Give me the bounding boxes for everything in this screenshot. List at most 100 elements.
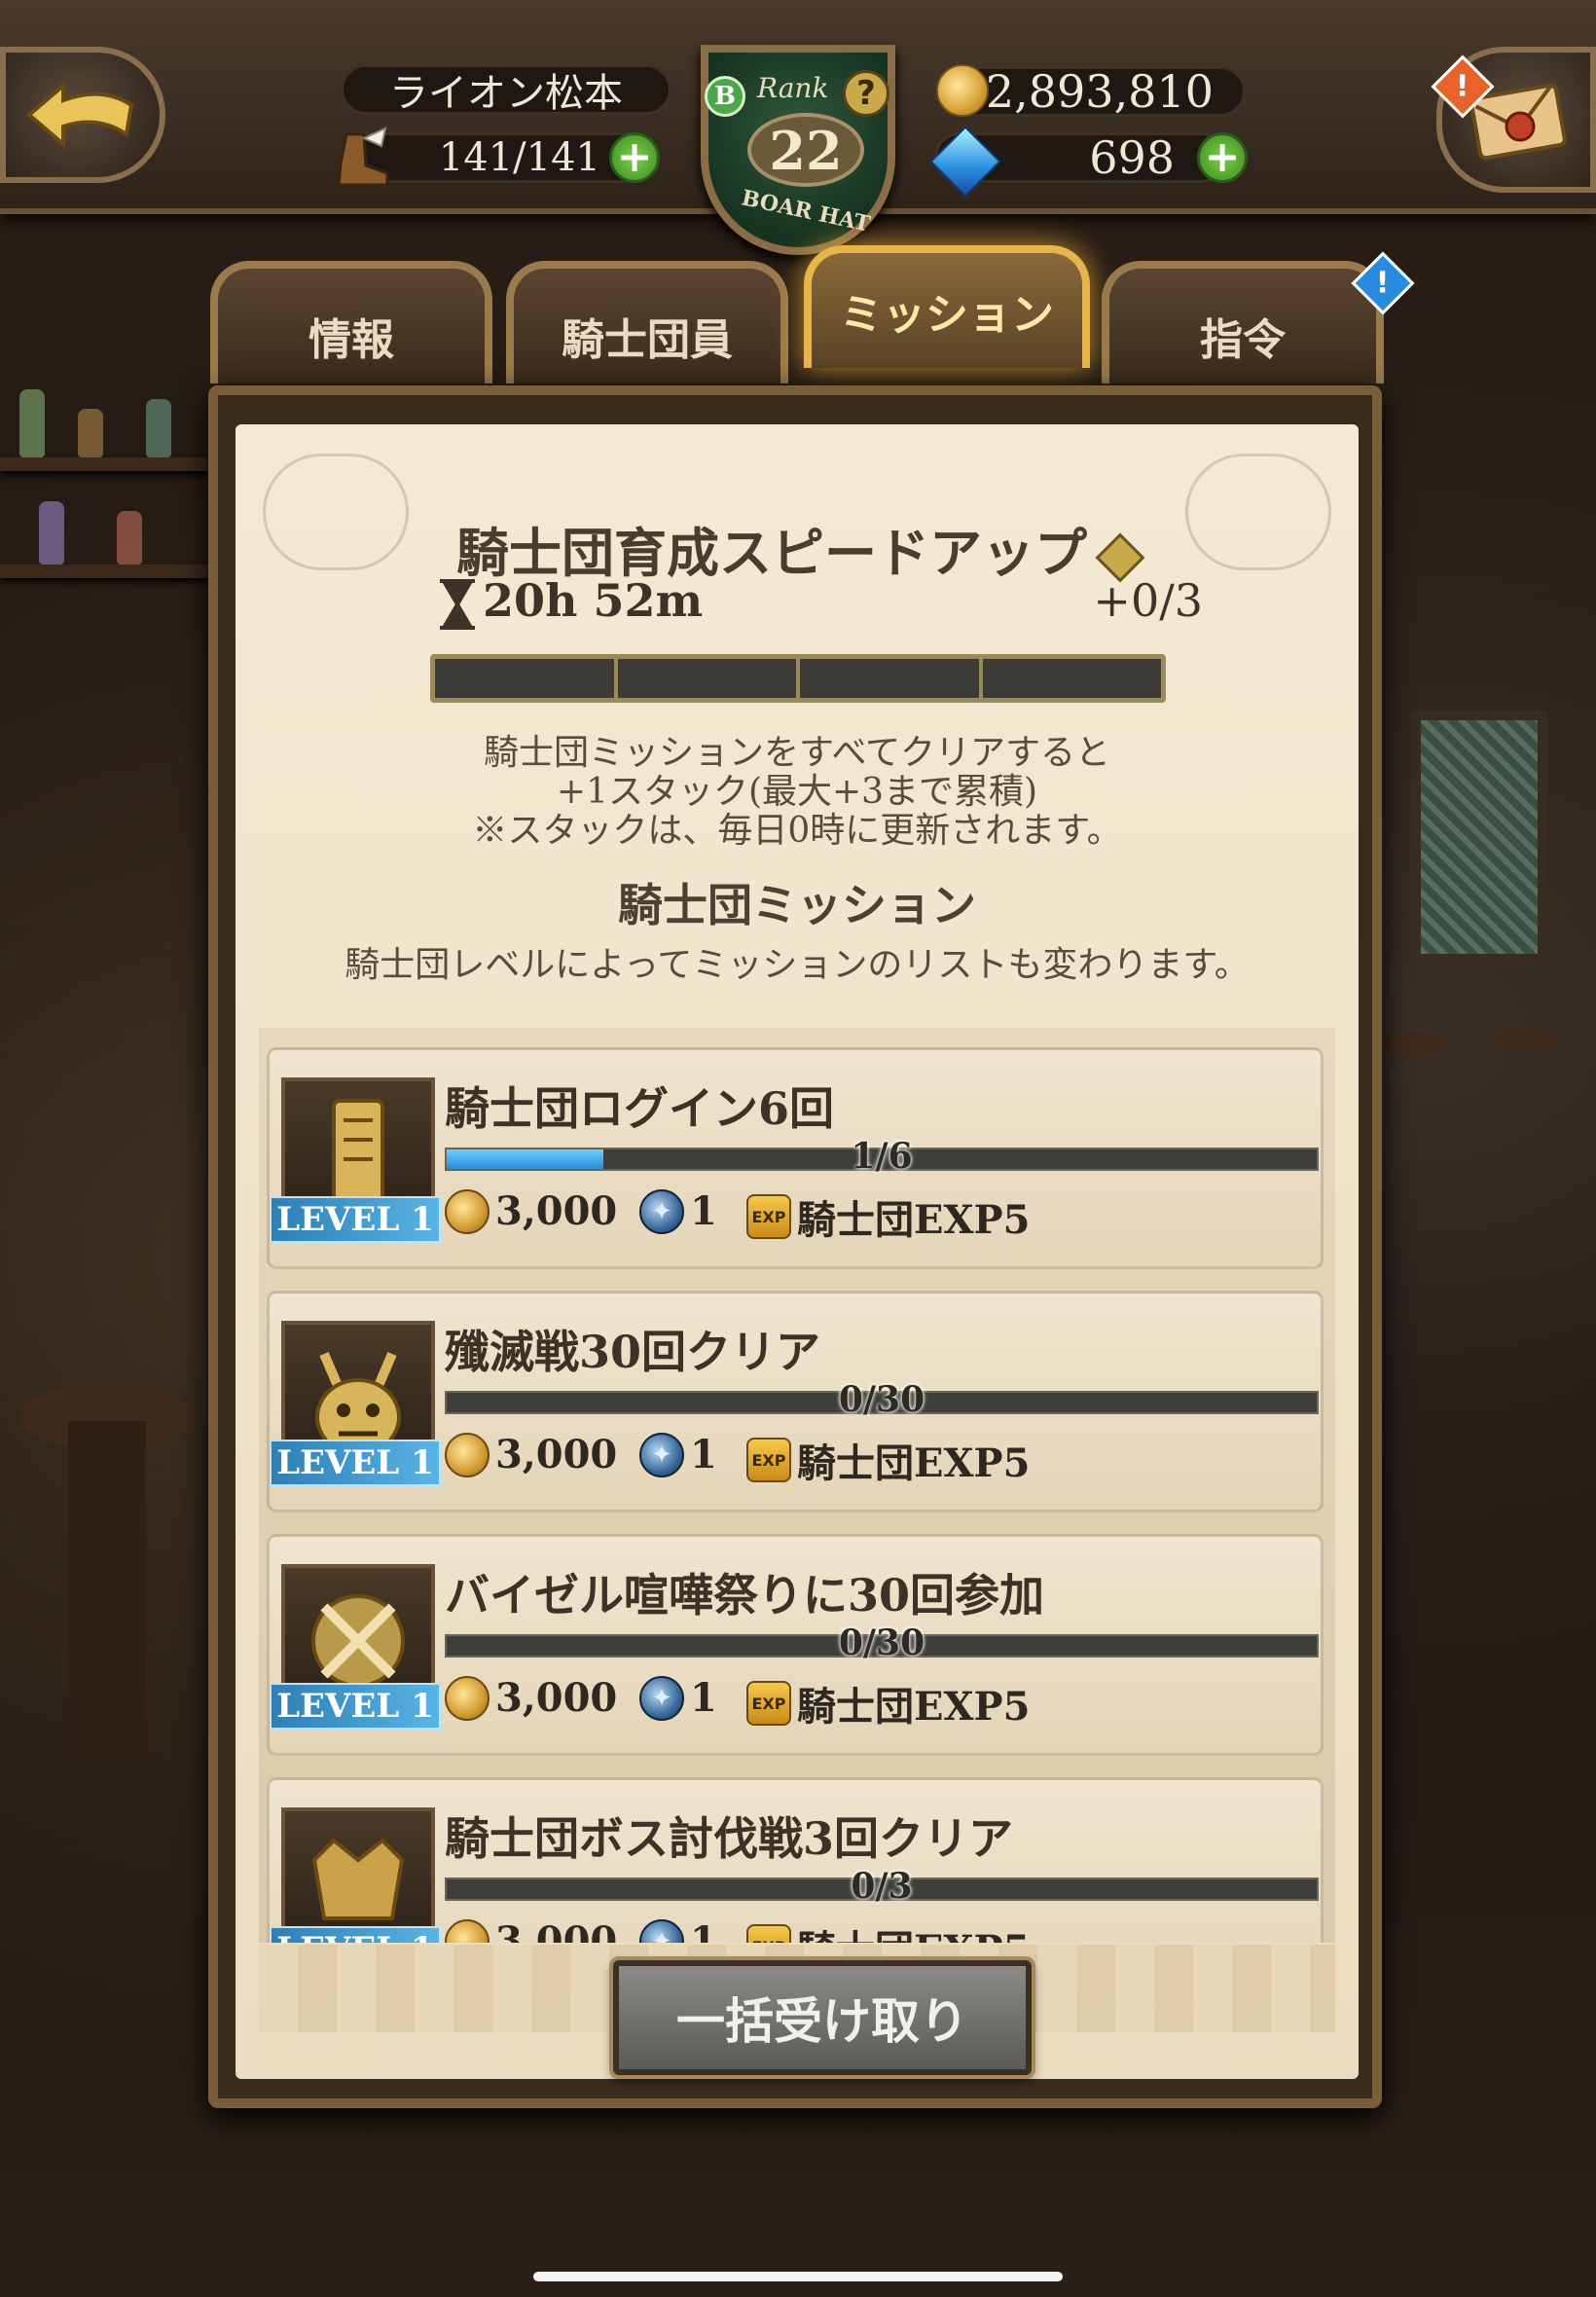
exp-icon: EXP	[746, 1194, 791, 1239]
plus-icon: +	[1204, 132, 1241, 182]
bottle	[117, 511, 142, 565]
reward-exp: EXP騎士団EXP5	[746, 1432, 1030, 1488]
gem-plus-button[interactable]: +	[1197, 132, 1248, 183]
home-indicator[interactable]	[533, 2272, 1063, 2281]
mission-progress-text: 0/30	[838, 1622, 925, 1663]
shelf	[0, 457, 224, 471]
reward-exp-value: 騎士団EXP5	[797, 1197, 1031, 1243]
bar-segment	[435, 659, 618, 698]
bottle	[78, 409, 103, 457]
reward-orb-value: 1	[690, 1188, 717, 1234]
back-button[interactable]	[0, 47, 165, 183]
mission-title: バイゼル喧嘩祭りに30回参加	[445, 1569, 1045, 1622]
mission-title: 騎士団ログイン6回	[445, 1082, 835, 1135]
mission-list[interactable]: LEVEL 1 騎士団ログイン6回 1/6 3,000 ✦ 1 EXP 騎士団EXP…	[259, 1028, 1335, 1943]
stool	[1489, 1027, 1557, 1052]
reward-orb: ✦ 1	[639, 1432, 717, 1477]
help-icon[interactable]: ?	[843, 70, 889, 117]
plus-icon: +	[616, 132, 653, 182]
level-badge: LEVEL 1	[270, 1926, 441, 1943]
stained-window	[1411, 711, 1547, 964]
orb-icon: ✦	[639, 1918, 684, 1943]
rank-value: 22	[747, 113, 864, 187]
coin-icon	[445, 1675, 490, 1721]
parchment: 騎士団育成スピードアップ 20h 52m +0/3 騎士団ミッションをすべてクリ…	[236, 424, 1359, 2079]
reward-exp-value: 騎士団EXP5	[797, 1918, 1030, 1943]
stamina-plus-button[interactable]: +	[609, 132, 660, 183]
mission-title: 殲滅戦30回クリア	[445, 1326, 821, 1378]
reward-gold: 3,000	[445, 1675, 617, 1721]
bottle	[39, 501, 64, 565]
hourglass-icon	[440, 579, 475, 630]
mission-icon	[281, 1807, 435, 1943]
exp-icon: EXP	[746, 1438, 791, 1482]
mission-item[interactable]: LEVEL 1 騎士団ボス討伐戦3回クリア 0/3 3,000 ✦1 EXP 騎士…	[267, 1777, 1324, 1943]
reward-gold-value: 3,000	[495, 1432, 618, 1477]
mission-progress-text: 0/30	[838, 1379, 925, 1420]
reward-orb: ✦ 1	[639, 1675, 717, 1721]
shelf	[0, 565, 224, 578]
tab-label: 情報	[308, 315, 394, 365]
exp-icon: EXP	[746, 1924, 791, 1943]
boot-icon	[337, 127, 389, 187]
reward-gold: 3,000	[445, 1918, 617, 1943]
reward-gold-value: 3,000	[495, 1918, 618, 1943]
tab-label: ミッション	[840, 290, 1054, 340]
bulk-claim-button[interactable]: 一括受け取り	[613, 1960, 1032, 2075]
reward-gold: 3,000	[445, 1188, 617, 1234]
tab-members[interactable]: 騎士団員	[506, 261, 788, 383]
bar-segment	[618, 659, 800, 698]
reward-gold-value: 3,000	[495, 1675, 618, 1721]
gold-value: 12,893,810	[957, 65, 1214, 118]
bottle	[19, 389, 45, 457]
level-badge: LEVEL 1	[270, 1440, 441, 1486]
reward-exp: EXP騎士団EXP5	[746, 1188, 1030, 1245]
reward-orb-value: 1	[690, 1432, 717, 1477]
mission-item[interactable]: LEVEL 1 バイゼル喧嘩祭りに30回参加 0/30 3,000 ✦ 1 EXP…	[267, 1534, 1324, 1756]
level-badge: LEVEL 1	[270, 1196, 441, 1243]
reward-exp-value: 騎士団EXP5	[797, 1440, 1031, 1486]
speedup-desc-line: +1スタック(最大+3まで累積)	[556, 772, 1038, 812]
missions-subtitle: 騎士団レベルによってミッションのリストも変わります。	[345, 945, 1250, 985]
speedup-timer: 20h 52m	[436, 574, 703, 630]
tab-orders[interactable]: 指令	[1102, 261, 1384, 383]
tab-label: 指令	[1200, 315, 1286, 365]
coin-icon	[936, 64, 989, 117]
coin-icon	[445, 1188, 490, 1234]
missions-title: 騎士団ミッション	[618, 879, 976, 931]
guild-letter-badge: B	[705, 76, 745, 117]
mission-panel: 騎士団育成スピードアップ 20h 52m +0/3 騎士団ミッションをすべてクリ…	[208, 385, 1382, 2108]
speedup-progress-bar	[430, 654, 1166, 703]
reward-exp: EXP 騎士団EXP5	[746, 1918, 1030, 1943]
reward-exp: EXP騎士団EXP5	[746, 1675, 1030, 1732]
reward-orb: ✦ 1	[639, 1918, 717, 1943]
reward-orb-value: 1	[690, 1675, 717, 1721]
reward-orb: ✦ 1	[639, 1188, 717, 1234]
emblem-text: BOAR HAT	[739, 185, 873, 237]
reward-gold-value: 3,000	[495, 1188, 618, 1234]
gem-value: 698	[1089, 131, 1175, 184]
mission-item[interactable]: LEVEL 1 殲滅戦30回クリア 0/30 3,000 ✦ 1 EXP 騎士団EX…	[267, 1291, 1324, 1513]
bar-segment	[800, 659, 983, 698]
tab-mission[interactable]: ミッション	[804, 245, 1090, 368]
orb-icon: ✦	[639, 1432, 684, 1477]
mission-item[interactable]: LEVEL 1 騎士団ログイン6回 1/6 3,000 ✦ 1 EXP 騎士団EXP…	[267, 1047, 1324, 1269]
orb-icon: ✦	[639, 1188, 684, 1234]
tab-info[interactable]: 情報	[210, 261, 492, 383]
back-arrow-icon	[25, 81, 134, 149]
coin-icon	[445, 1918, 490, 1943]
mission-progress-text: 1/6	[851, 1136, 913, 1177]
rank-label: Rank	[757, 72, 829, 104]
level-badge: LEVEL 1	[270, 1683, 441, 1730]
reward-orb-value: 1	[690, 1918, 717, 1943]
bar-segment	[983, 659, 1162, 698]
timer-text: 20h 52m	[483, 574, 704, 627]
stamina-value: 141/141	[438, 135, 600, 180]
mission-progress-text: 0/3	[851, 1866, 913, 1907]
player-name-pill: ライオン松本	[341, 64, 671, 116]
exp-icon: EXP	[746, 1681, 791, 1726]
boss-crest-icon	[311, 1838, 405, 1920]
top-status-bar: ライオン松本 141/141 + Rank 22 BOAR HAT B ? 12…	[0, 0, 1596, 255]
reward-gold: 3,000	[445, 1432, 617, 1477]
speedup-desc-line: ※スタックは、毎日0時に更新されます。	[472, 811, 1122, 851]
